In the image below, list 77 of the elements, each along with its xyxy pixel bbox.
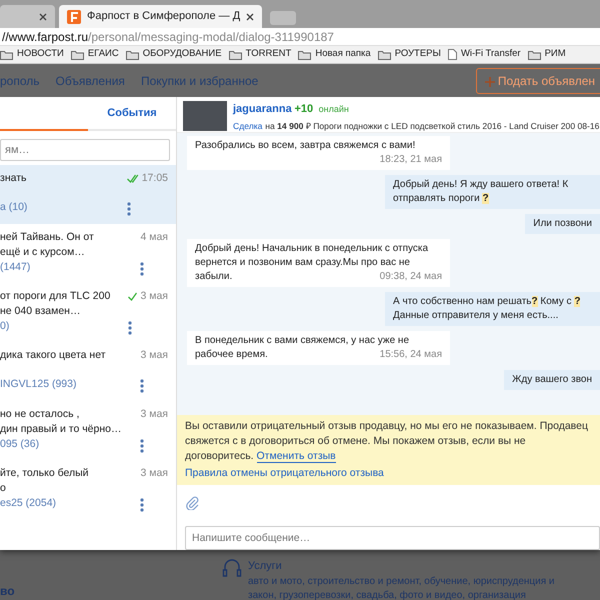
conversation-item[interactable]: от пороги для TLC 200 не 040 взамен… 3 мая 0) xyxy=(0,283,176,342)
contact-name[interactable]: 095 (36) xyxy=(0,437,140,453)
incoming-message: Добрый день! Начальник в понедельник с отпуска вернется и позвоним вам сразу.Мы про вас не забыли. 09:38, 24 мая xyxy=(187,239,450,287)
message-time: 09:38, 24 мая xyxy=(380,270,442,284)
search-field[interactable]: ям… xyxy=(0,139,170,161)
folder-icon xyxy=(378,50,391,60)
more-icon[interactable] xyxy=(140,379,144,393)
bookmark[interactable]: РОУТЕРЫ xyxy=(378,47,441,62)
message-time: 18:23, 21 мая xyxy=(380,153,442,167)
conversation-item[interactable]: но не осталось , дин правый и то чёрно… 3 мая 095 (36) xyxy=(0,401,176,460)
sidebar-tab[interactable]: События xyxy=(88,97,176,131)
page-icon xyxy=(448,49,457,60)
bookmark[interactable]: Wi-Fi Transfer xyxy=(448,47,521,62)
incoming-message: Разобрались во всем, завтра свяжемся с вами! 18:23, 21 мая xyxy=(187,136,450,170)
contact-name[interactable]: (1447) xyxy=(0,260,140,276)
outgoing-message: Или позвони xyxy=(525,214,600,234)
paperclip-icon[interactable] xyxy=(185,496,199,510)
contact-name[interactable]: а (10) xyxy=(0,200,127,216)
deal-link[interactable]: Сделка xyxy=(233,120,262,134)
user-name[interactable]: jaguaranna xyxy=(233,101,292,118)
page-text: во xyxy=(0,583,15,600)
more-icon[interactable] xyxy=(128,320,132,335)
incoming-message: В понедельник с вами свяжемся, у нас уже не рабочее время. 15:56, 24 мая xyxy=(187,331,450,365)
conversation-item[interactable]: дика такого цвета нет 3 мая INGVL125 (993) xyxy=(0,342,176,401)
cancel-review-link[interactable]: Отменить отзыв xyxy=(256,450,336,464)
bookmark[interactable]: Новая папка xyxy=(298,47,371,62)
folder-icon xyxy=(298,50,312,60)
outgoing-message: Жду вашего звон xyxy=(504,370,600,390)
bookmark[interactable]: ОБОРУДОВАНИЕ xyxy=(126,47,222,62)
message-time: 15:56, 24 мая xyxy=(380,348,442,362)
user-rating: +10 xyxy=(294,102,314,117)
online-status: онлайн xyxy=(318,103,349,116)
conversation-item[interactable]: знать 17:05 а (10) xyxy=(0,165,176,224)
folder-icon xyxy=(528,50,541,60)
favicon-icon xyxy=(70,12,78,22)
conversation-item[interactable]: ней Тайвань. Он от ещё и с курсом… 4 мая (1447) xyxy=(0,224,176,283)
message-time: 3 мая xyxy=(140,466,168,481)
photo-placeholder xyxy=(183,101,227,131)
folder-icon xyxy=(70,50,84,60)
address-field[interactable]: //www.farpost.ru/personal/messaging-modal/dialog-311990187 xyxy=(0,28,600,46)
bookmark[interactable]: ЕГАИС xyxy=(70,47,119,62)
notice-text: Вы оставили отрицательный отзыв продавцу, но мы его не показываем. Продавец свяжется с в договориться об отмене. Мы покажем отзыв, если вы не договоритесь. Отменить отзыв xyxy=(185,419,589,464)
message-preview: но не осталось , дин правый и то чёрно… xyxy=(0,407,122,437)
rules-link[interactable]: Правила отмены отрицательного отзыва xyxy=(185,466,384,482)
message-preview: йте, только белый о xyxy=(0,466,90,496)
contact-name[interactable]: 0) xyxy=(0,319,128,335)
message-preview: ней Тайвань. Он от ещё и с курсом… xyxy=(0,230,95,260)
message-time: 17:05 xyxy=(142,171,168,186)
more-icon[interactable] xyxy=(140,498,144,512)
contact-name[interactable]: es25 (2054) xyxy=(0,496,140,512)
contact-name[interactable]: INGVL125 (993) xyxy=(0,377,140,393)
bookmark[interactable]: РИМ xyxy=(528,47,566,62)
message-input[interactable]: Напишите сообщение… xyxy=(185,526,600,550)
message-time: 3 мая xyxy=(140,348,168,363)
message-time: 3 мая xyxy=(140,289,168,304)
more-icon[interactable] xyxy=(126,202,131,216)
message-time: 3 мая xyxy=(140,407,168,422)
more-icon[interactable] xyxy=(140,262,144,276)
message-preview: от пороги для TLC 200 не 040 взамен… xyxy=(0,289,112,319)
tab-title: Фарпост в Симферополе — Д xyxy=(87,9,240,24)
deal-description: на 14 900 ₽ Пороги подножки с LED подсветкой стиль 2016 - Land Cruiser 200 08-16 xyxy=(265,120,600,134)
message-preview: дика такого цвета нет xyxy=(0,348,107,363)
outgoing-message: Добрый день! Я жду вашего ответа! К отправлять пороги ? xyxy=(385,175,600,209)
conversation-item[interactable]: йте, только белый о 3 мая es25 (2054) xyxy=(0,460,176,519)
outgoing-message: А что собственно нам решать? Кому с ? Данные отправителя у меня есть.... xyxy=(385,292,600,326)
close-icon[interactable] xyxy=(246,12,254,20)
message-time: 4 мая xyxy=(140,230,168,245)
message-preview: знать xyxy=(0,171,28,186)
folder-icon xyxy=(228,50,242,60)
browser-tab[interactable]: Фарпост в Симферополе — Д xyxy=(59,5,262,28)
folder-icon xyxy=(126,50,139,60)
bookmark[interactable]: TORRENT xyxy=(228,47,292,62)
close-icon[interactable] xyxy=(39,12,47,20)
more-icon[interactable] xyxy=(140,438,144,453)
bookmark[interactable]: НОВОСТИ xyxy=(0,47,64,62)
folder-icon xyxy=(0,50,13,60)
plus-icon xyxy=(484,76,495,87)
